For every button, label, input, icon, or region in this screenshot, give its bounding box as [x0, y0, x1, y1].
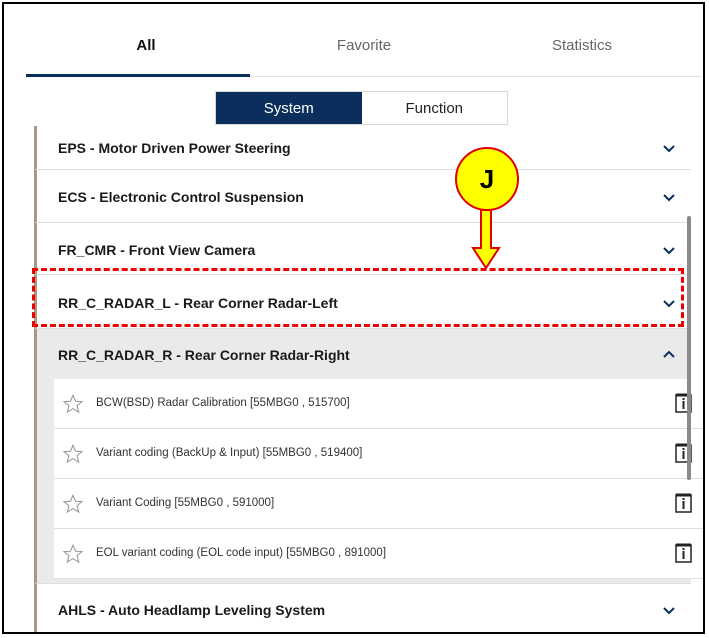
system-row-label: RR_C_RADAR_R - Rear Corner Radar-Right: [58, 347, 350, 363]
active-tab-underline: [26, 74, 250, 77]
star-icon[interactable]: [62, 443, 84, 465]
system-row-label: EPS - Motor Driven Power Steering: [58, 140, 291, 156]
function-item[interactable]: Variant coding (BackUp & Input) [55MBG0 …: [54, 429, 703, 479]
callout-marker: J: [455, 147, 519, 211]
system-row-label: FR_CMR - Front View Camera: [58, 242, 256, 258]
tab-favorite[interactable]: Favorite: [254, 37, 474, 54]
view-toggle: System Function: [215, 91, 508, 125]
system-row-label: ECS - Electronic Control Suspension: [58, 189, 304, 205]
star-icon[interactable]: [62, 393, 84, 415]
system-row[interactable]: ECS - Electronic Control Suspension: [34, 170, 691, 223]
arrow-down-icon: [471, 210, 501, 270]
function-item-label: Variant Coding [55MBG0 , 591000]: [96, 497, 275, 509]
system-row-label: AHLS - Auto Headlamp Leveling System: [58, 602, 326, 618]
system-row-expanded[interactable]: RR_C_RADAR_R - Rear Corner Radar-Right: [34, 329, 691, 379]
tab-all[interactable]: All: [36, 37, 256, 54]
star-icon[interactable]: [62, 493, 84, 515]
system-list: EPS - Motor Driven Power Steering ECS - …: [34, 126, 703, 632]
info-icon[interactable]: [675, 493, 692, 513]
function-item-label: Variant coding (BackUp & Input) [55MBG0 …: [96, 447, 363, 459]
chevron-down-icon: [663, 247, 675, 255]
function-item[interactable]: EOL variant coding (EOL code input) [55M…: [54, 529, 703, 579]
chevron-up-icon: [663, 350, 675, 358]
tab-statistics[interactable]: Statistics: [472, 37, 692, 54]
chevron-down-icon: [663, 607, 675, 615]
chevron-down-icon: [663, 145, 675, 153]
info-icon[interactable]: [675, 543, 692, 563]
system-row[interactable]: EPS - Motor Driven Power Steering: [34, 126, 691, 170]
function-toggle-button[interactable]: Function: [362, 92, 508, 124]
star-icon[interactable]: [62, 543, 84, 565]
highlight-box: [32, 268, 684, 327]
system-toggle-button[interactable]: System: [216, 92, 362, 124]
function-list: BCW(BSD) Radar Calibration [55MBG0 , 515…: [34, 379, 703, 583]
scrollbar[interactable]: [687, 216, 691, 480]
function-item-label: BCW(BSD) Radar Calibration [55MBG0 , 515…: [96, 397, 350, 409]
function-item[interactable]: Variant Coding [55MBG0 , 591000]: [54, 479, 703, 529]
function-item[interactable]: BCW(BSD) Radar Calibration [55MBG0 , 515…: [54, 379, 703, 429]
function-item-label: EOL variant coding (EOL code input) [55M…: [96, 547, 387, 559]
chevron-down-icon: [663, 194, 675, 202]
tab-bar: All Favorite Statistics: [26, 4, 701, 77]
system-row[interactable]: AHLS - Auto Headlamp Leveling System: [34, 583, 691, 632]
